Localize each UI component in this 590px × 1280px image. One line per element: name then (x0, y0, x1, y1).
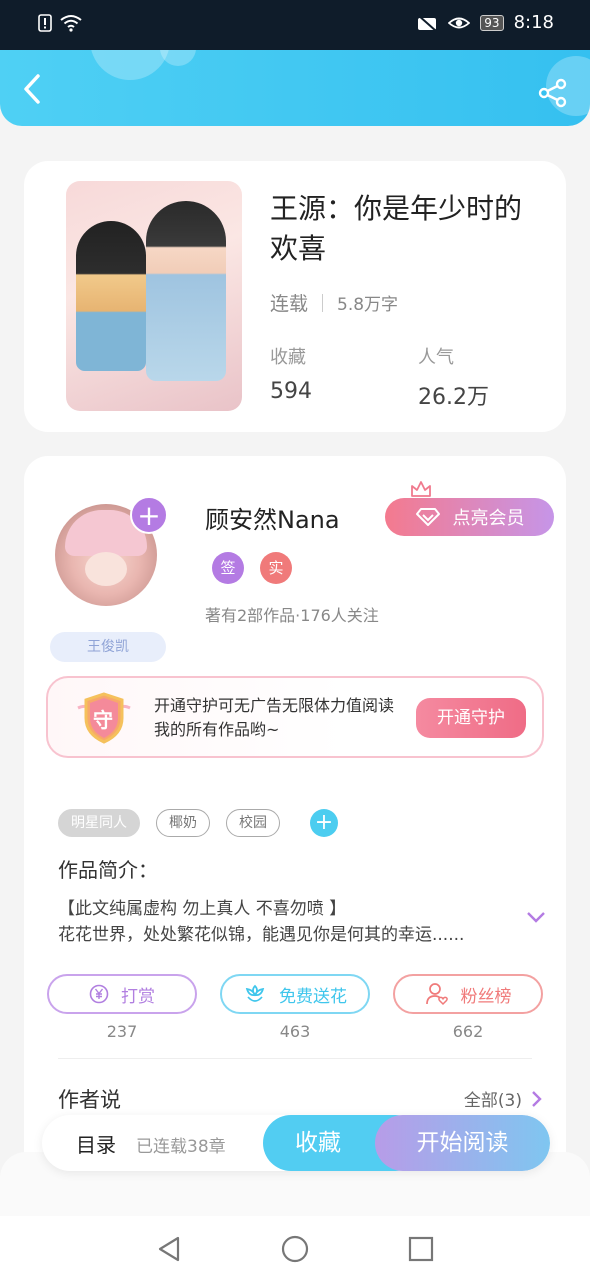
system-nav-bar (0, 1216, 590, 1280)
intro-line: 【此文纯属虚构 勿上真人 不喜勿喷 】 (58, 899, 347, 919)
guard-banner: 守 开通守护可无广告无限体力值阅读我的所有作品哟~ 开通守护 (46, 676, 544, 758)
stat-label: 收藏 (270, 347, 306, 368)
status-right: 93 8:18 (416, 12, 554, 33)
battery-level: 93 (480, 14, 504, 31)
section-divider (58, 1058, 532, 1059)
nav-home-icon[interactable] (280, 1234, 310, 1264)
intro-line: 花花世界，处处繁花似锦，能遇见你是何其的幸运...... (58, 925, 465, 945)
toc-button[interactable]: 目录 (76, 1129, 116, 1158)
bottom-action-bar: 目录 已连载38章 收藏 开始阅读 (42, 1115, 550, 1171)
view-all-label: 全部(3) (463, 1091, 522, 1111)
add-tag-button[interactable]: + (310, 809, 338, 837)
book-meta: 连载 5.8万字 (270, 289, 398, 316)
view-all-link[interactable]: 全部(3) (464, 1086, 542, 1111)
start-reading-button[interactable]: 开始阅读 (375, 1115, 550, 1171)
cover-figure (146, 201, 226, 381)
action-label: 免费送花 (279, 986, 347, 1007)
top-header (0, 50, 590, 126)
word-count: 5.8万字 (337, 295, 399, 315)
action-count: 237 (106, 1022, 138, 1041)
stat-value: 26.2万 (418, 385, 489, 410)
favorite-label: 收藏 (295, 1130, 341, 1156)
avatar-face (85, 552, 127, 586)
book-status: 连载 (270, 293, 309, 315)
fan-tag: 王俊凯 (50, 632, 166, 662)
action-label: 粉丝榜 (460, 986, 512, 1007)
guard-text: 开通守护可无广告无限体力值阅读我的所有作品哟~ (154, 696, 395, 739)
vip-label: 点亮会员 (452, 508, 525, 529)
follow-button[interactable]: + (130, 496, 168, 534)
wifi-icon (60, 15, 82, 32)
user-heart-icon (425, 983, 448, 1006)
action-label: 打赏 (121, 986, 155, 1007)
stat-label: 人气 (418, 347, 454, 368)
book-cover[interactable] (66, 181, 242, 411)
chevron-right-icon (532, 1090, 542, 1107)
sim-alert-icon (38, 14, 52, 32)
meta-divider (322, 293, 324, 312)
author-says-title: 作者说 (58, 1088, 121, 1112)
diamond-icon (415, 508, 440, 526)
author-name[interactable]: 顾安然Nana (205, 500, 340, 535)
stat-value: 594 (270, 379, 312, 404)
header-bubble (160, 50, 196, 66)
shield-char: 守 (93, 708, 113, 732)
signed-badge: 签 (212, 552, 244, 584)
verified-badge: 实 (260, 552, 292, 584)
chapter-count: 已连载38章 (136, 1137, 226, 1157)
book-info-card: 王源：你是年少时的欢喜 连载 5.8万字 收藏 594 人气 26.2万 (24, 161, 566, 432)
crown-icon (411, 481, 431, 497)
send-flower-button[interactable]: 免费送花 (220, 974, 370, 1014)
no-camera-icon (417, 13, 437, 32)
action-count: 662 (452, 1022, 484, 1041)
tip-button[interactable]: 打赏 (47, 974, 197, 1014)
author-summary: 著有2部作品·176人关注 (205, 606, 379, 625)
fan-ranking-button[interactable]: 粉丝榜 (393, 974, 543, 1014)
flower-icon (245, 984, 265, 1002)
eye-icon (448, 17, 471, 28)
nav-back-icon[interactable] (154, 1234, 184, 1264)
intro-label: 作品简介： (58, 858, 158, 882)
vip-button[interactable]: 点亮会员 (385, 498, 554, 536)
stat-popularity: 人气 26.2万 (418, 343, 489, 411)
cover-figure (76, 221, 146, 371)
status-left (38, 14, 82, 32)
author-card: + 王俊凯 顾安然Nana 点亮会员 签 实 著有2部作品·176人关注 守 开… (24, 456, 566, 1216)
header-bubble (90, 50, 170, 80)
tag-chip[interactable]: 校园 (226, 809, 280, 837)
share-icon[interactable] (538, 78, 568, 108)
clock: 8:18 (513, 12, 554, 33)
tag-list: 明星同人 椰奶 校园 + (58, 809, 338, 837)
stat-favorites: 收藏 594 (270, 343, 312, 404)
back-button[interactable] (18, 72, 48, 106)
open-guard-button[interactable]: 开通守护 (416, 698, 526, 738)
book-title: 王源：你是年少时的欢喜 (270, 192, 523, 265)
tag-chip[interactable]: 明星同人 (58, 809, 140, 837)
action-count: 463 (279, 1022, 311, 1041)
status-bar: 93 8:18 (0, 0, 590, 50)
tag-chip[interactable]: 椰奶 (156, 809, 210, 837)
intro-text[interactable]: 【此文纯属虚构 勿上真人 不喜勿喷 】 花花世界，处处繁花似锦，能遇见你是何其的… (58, 896, 518, 948)
yen-circle-icon (89, 984, 109, 1004)
expand-chevron-icon[interactable] (526, 910, 546, 924)
nav-recents-icon[interactable] (406, 1234, 436, 1264)
